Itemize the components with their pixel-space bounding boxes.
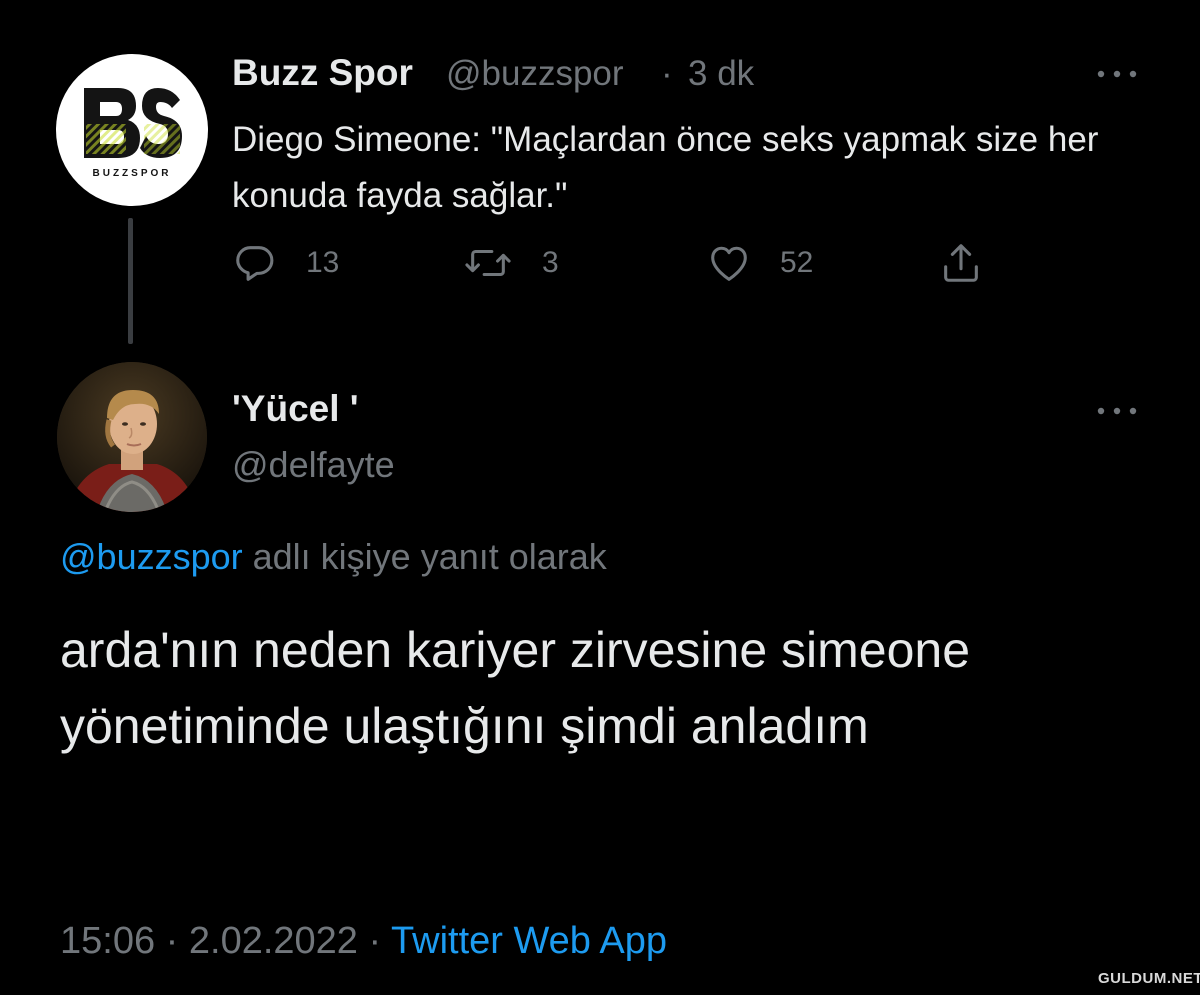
more-horizontal-icon	[1097, 407, 1137, 415]
reply-author-handle[interactable]: @delfayte	[232, 444, 395, 486]
retweet-icon	[465, 249, 511, 277]
avatar-photo	[57, 362, 207, 512]
replying-to-suffix: adlı kişiye yanıt olarak	[242, 536, 607, 577]
reply-more-options-button[interactable]	[1094, 396, 1140, 426]
tweet-meta: 15:06 · 2.02.2022 · Twitter Web App	[60, 920, 667, 963]
thread-line	[128, 218, 133, 344]
tweet-timestamp[interactable]: 15:06	[60, 920, 155, 962]
more-options-button[interactable]	[1094, 52, 1140, 82]
more-horizontal-icon	[1097, 70, 1137, 78]
retweet-button[interactable]: 3	[462, 236, 559, 290]
retweet-count: 3	[542, 246, 559, 279]
logo-caption: BUZZSPOR	[93, 168, 172, 179]
like-button[interactable]: 52	[706, 236, 813, 290]
reply-button[interactable]: 13	[232, 236, 339, 290]
user-avatar[interactable]	[57, 362, 207, 512]
replying-to-mention[interactable]: @buzzspor	[60, 536, 243, 577]
reply-count: 13	[306, 246, 340, 279]
tweet-text: Diego Simeone: "Maçlardan önce seks yapm…	[232, 120, 1099, 215]
share-icon	[944, 244, 978, 282]
tweet-date[interactable]: 2.02.2022	[189, 920, 358, 962]
meta-separator: ·	[357, 920, 392, 962]
share-button[interactable]	[938, 236, 984, 290]
buzzspor-avatar[interactable]: BUZZSPOR	[56, 54, 208, 206]
heart-icon	[711, 246, 747, 281]
reply-author-name[interactable]: 'Yücel '	[232, 388, 359, 430]
reply-text: arda'nın neden kariyer zirvesine simeone…	[60, 622, 971, 754]
buzzspor-logo: BUZZSPOR	[84, 88, 182, 179]
replying-to: @buzzspor adlı kişiye yanıt olarak	[60, 536, 607, 578]
meta-separator: ·	[155, 920, 189, 962]
author-name[interactable]: Buzz Spor	[232, 52, 413, 94]
watermark: GULDUM.NET	[1098, 970, 1200, 987]
author-handle[interactable]: @buzzspor	[446, 54, 624, 94]
tweet-time[interactable]: 3 dk	[688, 54, 754, 94]
like-count: 52	[780, 246, 814, 279]
handle-time-separator: ·	[661, 54, 673, 93]
comment-icon	[236, 246, 274, 281]
tweet-source[interactable]: Twitter Web App	[391, 920, 667, 962]
